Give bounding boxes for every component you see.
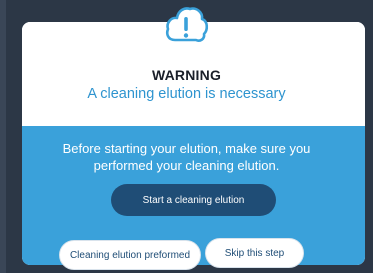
cleaning-elution-preformed-button[interactable]: Cleaning elution preformed: [59, 240, 201, 270]
warning-subtitle: A cleaning elution is necessary: [87, 86, 286, 102]
start-cleaning-elution-button[interactable]: Start a cleaning elution: [111, 184, 276, 216]
backdrop-edge: [0, 0, 6, 273]
instruction-message: Before starting your elution, make sure …: [62, 141, 311, 173]
cloud-warning-icon: [165, 7, 209, 42]
warning-title: WARNING: [151, 67, 222, 83]
skip-step-button[interactable]: Skip this step: [205, 238, 304, 268]
